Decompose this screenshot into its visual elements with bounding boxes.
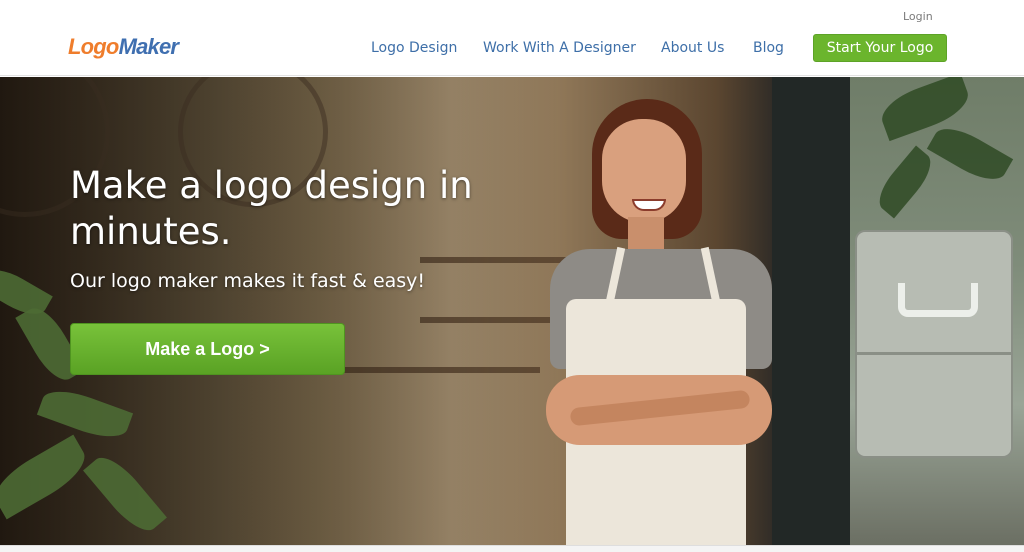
page-bottom-strip — [0, 545, 1024, 552]
nav-logo-design[interactable]: Logo Design — [371, 38, 457, 58]
hero-banner: Make a logo design in minutes. Our logo … — [0, 77, 1024, 545]
hero-subtitle: Our logo maker makes it fast & easy! — [70, 270, 426, 292]
shop-owner-photo — [540, 99, 780, 545]
case-handle — [898, 283, 978, 317]
hero-shade-overlay — [0, 77, 560, 545]
door-frame — [772, 77, 850, 545]
login-link[interactable]: Login — [903, 10, 933, 23]
nav-blog[interactable]: Blog — [753, 38, 784, 58]
logo-text-logo: Logo — [68, 34, 119, 59]
hero-title: Make a logo design in minutes. — [70, 164, 473, 253]
case-seam — [855, 352, 1013, 355]
start-your-logo-button[interactable]: Start Your Logo — [813, 34, 947, 62]
nav-about-us[interactable]: About Us — [661, 38, 724, 58]
logo-text-maker: Maker — [118, 34, 179, 59]
site-header: LogoMaker Login Logo Design Work With A … — [0, 0, 1024, 76]
logomaker-logo[interactable]: LogoMaker — [68, 33, 179, 61]
vintage-case — [855, 230, 1013, 458]
nav-work-with-designer[interactable]: Work With A Designer — [483, 38, 636, 58]
make-a-logo-button[interactable]: Make a Logo > — [70, 323, 345, 375]
